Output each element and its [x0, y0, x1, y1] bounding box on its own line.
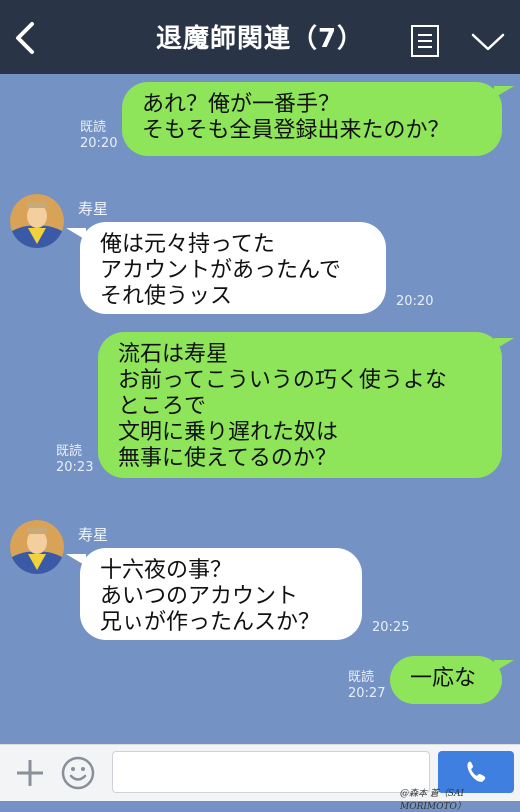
message-list[interactable]: あれ？俺が一番手？ そもそも全員登録出来たのか？ 既読 20:20 寿星 俺は元…: [0, 74, 520, 744]
bubble-tail: [494, 86, 514, 98]
watermark: @森本 蒼（SAI MORIMOTO）: [400, 789, 466, 812]
read-status: 既読: [56, 444, 83, 459]
sender-name: 寿星: [78, 200, 109, 218]
message-time: 20:23: [56, 460, 94, 475]
chat-header: 退魔師関連（7）: [0, 0, 520, 74]
avatar[interactable]: [10, 520, 64, 574]
chat-title: 退魔師関連（7）: [155, 24, 365, 54]
smiley-icon[interactable]: [60, 755, 96, 791]
avatar[interactable]: [10, 194, 64, 248]
outgoing-message: あれ？俺が一番手？ そもそも全員登録出来たのか？: [122, 82, 502, 156]
plus-icon[interactable]: [14, 757, 46, 789]
incoming-message: 十六夜の事？ あいつのアカウント 兄ぃが作ったんスか？: [80, 548, 362, 640]
notes-icon[interactable]: [410, 24, 440, 58]
message-time: 20:27: [348, 686, 386, 701]
message-input[interactable]: [112, 751, 430, 793]
incoming-message: 俺は元々持ってた アカウントがあったんで それ使うッス: [80, 222, 386, 314]
read-status: 既読: [348, 670, 375, 685]
bubble-tail: [494, 660, 514, 672]
chevron-down-icon[interactable]: [470, 30, 506, 54]
outgoing-message: 流石は寿星 お前ってこういうの巧く使うよな ところで 文明に乗り遅れた奴は 無事…: [98, 332, 502, 478]
message-time: 20:25: [372, 620, 410, 635]
message-time: 20:20: [396, 294, 434, 309]
message-time: 20:20: [80, 136, 118, 151]
outgoing-message: 一応な: [390, 656, 502, 704]
read-status: 既読: [80, 120, 107, 135]
bubble-tail: [494, 338, 514, 350]
bubble-tail: [66, 228, 86, 240]
bubble-tail: [66, 554, 86, 566]
sender-name: 寿星: [78, 526, 109, 544]
